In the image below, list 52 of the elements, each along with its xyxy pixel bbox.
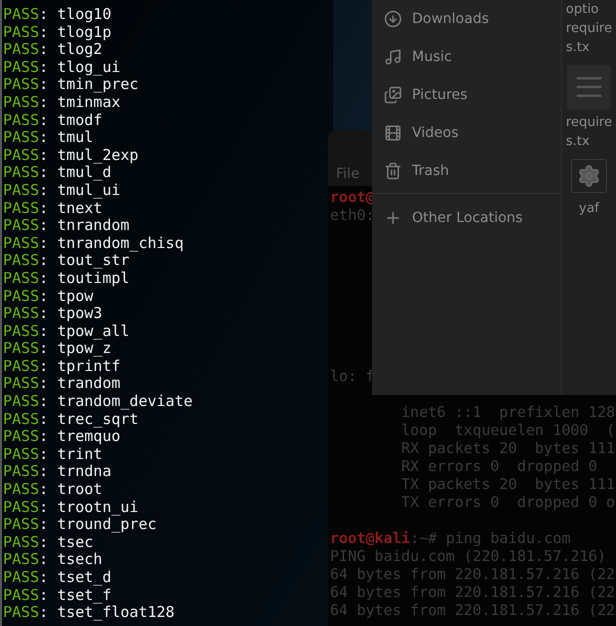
terminal-line: PASS: tout_str [3, 252, 130, 270]
file-name[interactable]: require s.tx [566, 113, 612, 151]
terminal-line: PASS: tnext [3, 200, 102, 218]
terminal-line: PASS: tsec [3, 534, 94, 552]
terminal-line: PASS: tpow [3, 288, 94, 306]
terminal-line: PASS: tmul [3, 129, 94, 147]
terminal-line: PASS: tpow3 [3, 305, 102, 323]
sidebar-item[interactable]: Videos [372, 114, 561, 152]
terminal-line: PASS: trandom [3, 375, 120, 394]
terminal-line: PASS: toutimpl [3, 270, 130, 288]
file-name[interactable]: optio require s.tx [566, 0, 612, 57]
terminal-line: PASS: tnrandom [3, 217, 130, 235]
sidebar-item[interactable]: Trash [372, 152, 561, 190]
terminal-line: PASS: tmin_prec [3, 76, 138, 94]
terminal-line: PASS: tset_float128 [3, 604, 175, 622]
terminal-line: PASS: tremquo [3, 428, 120, 446]
document-thumbnail[interactable] [567, 65, 611, 109]
plus-icon [384, 209, 402, 227]
terminal-line: PASS: tminmax [3, 94, 120, 112]
terminal-line: PASS: tset_f [3, 586, 112, 604]
pictures-icon [384, 86, 402, 104]
gear-icon[interactable] [571, 159, 607, 193]
terminal-line: PASS: tnrandom_chisq [3, 234, 184, 252]
terminal-line: PASS: tlog_ui [3, 58, 120, 76]
terminal-line: PASS: trec_sqrt [3, 410, 138, 428]
terminal-line: PASS: trint [3, 446, 102, 464]
terminal-line: PASS: tset_d [3, 569, 112, 587]
music-note-icon [384, 48, 402, 66]
terminal-line: PASS: trndna [3, 463, 112, 482]
terminal-line: PASS: tlog10 [3, 6, 112, 24]
terminal-line: PASS: tsech [3, 551, 102, 569]
terminal-line: PASS: tprintf [3, 358, 120, 376]
terminal-line: PASS: trandom_deviate [3, 393, 193, 411]
terminal-line: PASS: troot [3, 481, 102, 499]
terminal-line: PASS: tlog2 [3, 41, 102, 59]
terminal-line: PASS: tmul_d [3, 164, 112, 182]
trash-icon [384, 162, 402, 180]
terminal-line: PASS: tround_prec [3, 516, 157, 534]
sidebar-item[interactable]: Other Locations [372, 199, 561, 237]
film-icon [384, 124, 402, 142]
download-icon [384, 10, 402, 28]
terminal-line: PASS: tmodf [3, 112, 102, 130]
sidebar-item[interactable]: Pictures [372, 76, 561, 114]
sidebar-item[interactable]: Music [372, 38, 561, 76]
terminal-line: PASS: tlog1p [3, 24, 112, 42]
terminal-line: PASS: trootn_ui [3, 498, 138, 516]
terminal-line: PASS: tpow_z [3, 340, 112, 358]
file-name[interactable]: yaf [578, 199, 600, 218]
terminal-line: PASS: tpow_all [3, 322, 130, 340]
sidebar-item[interactable]: Downloads [372, 0, 561, 38]
terminal-line: PASS: tmul_2exp [3, 146, 138, 164]
terminal-line: PASS: tmul_ui [3, 182, 120, 200]
